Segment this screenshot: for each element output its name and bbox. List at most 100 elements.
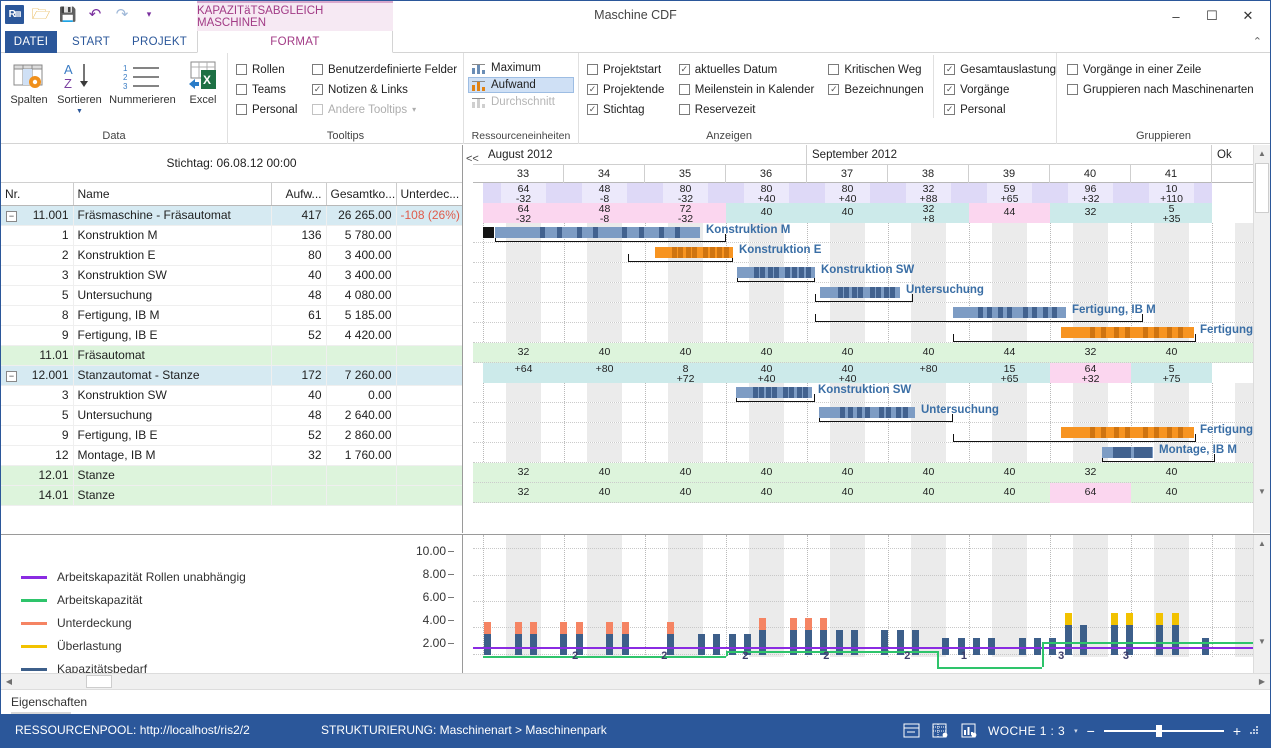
table-row[interactable]: 3Konstruktion SW400.00 xyxy=(1,385,463,405)
checkbox-stichtag[interactable]: ✓Stichtag xyxy=(587,101,679,118)
gantt-task-row[interactable]: Fertigung, IB xyxy=(473,423,1253,443)
gantt-task-row[interactable]: Untersuchung xyxy=(473,403,1253,423)
scroll-right-icon[interactable]: ▶ xyxy=(1254,674,1270,689)
scroll-down-icon[interactable]: ▼ xyxy=(1254,483,1270,500)
row-expander[interactable]: − xyxy=(6,371,17,382)
table-row[interactable]: 1Konstruktion M1365 780.00 xyxy=(1,225,463,245)
checkbox-andere-tooltips[interactable]: Andere Tooltips▾ xyxy=(312,101,457,118)
scroll-up-icon[interactable]: ▲ xyxy=(1254,145,1270,162)
checkbox-reservezeit[interactable]: Reservezeit xyxy=(679,101,829,118)
view-chart-icon[interactable] xyxy=(959,722,979,740)
col-header-aufwand[interactable]: Aufw... xyxy=(271,183,326,205)
table-row[interactable]: 11.01Fräsautomat xyxy=(1,345,463,365)
col-header-gesamtkosten[interactable]: Gesamtko... xyxy=(326,183,396,205)
view-split-icon[interactable] xyxy=(901,722,921,740)
maximize-icon[interactable]: ☐ xyxy=(1194,2,1230,30)
col-header-name[interactable]: Name xyxy=(73,183,271,205)
col-header-nr[interactable]: Nr. xyxy=(1,183,73,205)
table-row[interactable]: 12.01Stanze xyxy=(1,465,463,485)
task-bar[interactable] xyxy=(1061,327,1194,338)
task-bar[interactable] xyxy=(953,307,1066,318)
row-expander[interactable]: − xyxy=(6,211,17,222)
checkbox-vorgaenge-in-einer-zeile[interactable]: Vorgänge in einer Zeile xyxy=(1067,61,1270,78)
task-bar[interactable] xyxy=(495,227,700,238)
task-bar[interactable] xyxy=(737,267,815,278)
chevron-down-icon[interactable]: ▾ xyxy=(1074,727,1078,735)
option-aufwand[interactable]: Aufwand xyxy=(468,77,574,93)
zoom-out-button[interactable]: − xyxy=(1087,723,1095,739)
checkbox-projektstart[interactable]: Projektstart xyxy=(587,61,679,78)
collapse-ribbon-icon[interactable]: ⌃ xyxy=(1253,35,1262,48)
task-bar[interactable] xyxy=(655,247,733,258)
scroll-up-icon[interactable]: ▲ xyxy=(1254,535,1270,552)
scroll-down-icon[interactable]: ▼ xyxy=(1254,633,1270,650)
option-maximum[interactable]: Maximum xyxy=(468,60,574,76)
table-row[interactable]: −12.001Stanzautomat - Stanze1727 260.00 xyxy=(1,365,463,385)
sortieren-button[interactable]: A Z Sortieren ▼ xyxy=(53,55,106,115)
view-grid-icon[interactable] xyxy=(930,722,950,740)
gantt-task-row[interactable]: Konstruktion SW xyxy=(473,263,1253,283)
resize-grip-icon[interactable] xyxy=(1250,726,1260,736)
checkbox-kritischen-weg[interactable]: Kritischen Weg xyxy=(828,61,933,78)
zoom-slider-knob[interactable] xyxy=(1156,725,1162,737)
checkbox-teams[interactable]: Teams xyxy=(236,81,312,98)
scrollbar-thumb[interactable] xyxy=(86,675,112,688)
gantt-task-row[interactable]: Fertigung, IB M xyxy=(473,303,1253,323)
collapse-panel-button[interactable]: << xyxy=(466,153,479,165)
gantt-task-row[interactable]: Konstruktion E xyxy=(473,243,1253,263)
checkbox-gesamtauslastung[interactable]: ✓Gesamtauslastung xyxy=(944,61,1056,78)
table-row[interactable]: 5Untersuchung482 640.00 xyxy=(1,405,463,425)
task-bar[interactable] xyxy=(1102,447,1153,458)
task-bar[interactable] xyxy=(736,387,812,398)
gantt-task-row[interactable]: Fertigung, IB E xyxy=(473,323,1253,343)
table-row[interactable]: 2Konstruktion E803 400.00 xyxy=(1,245,463,265)
zoom-slider[interactable] xyxy=(1104,725,1224,737)
tab-start[interactable]: START xyxy=(59,31,123,53)
table-row[interactable]: 14.01Stanze xyxy=(1,485,463,505)
excel-button[interactable]: X Excel xyxy=(179,55,227,107)
gantt-task-row[interactable]: Konstruktion M xyxy=(473,223,1253,243)
zoom-scale-label[interactable]: WOCHE 1 : 3 xyxy=(988,724,1065,738)
close-icon[interactable]: ✕ xyxy=(1230,2,1266,30)
table-row[interactable]: 8Fertigung, IB M615 185.00 xyxy=(1,305,463,325)
checkbox-rollen[interactable]: Rollen xyxy=(236,61,312,78)
nummerieren-button[interactable]: 1 2 3 Nummerieren xyxy=(106,55,179,107)
gantt-task-row[interactable]: Konstruktion SW xyxy=(473,383,1253,403)
table-row[interactable]: 3Konstruktion SW403 400.00 xyxy=(1,265,463,285)
properties-bar[interactable]: Eigenschaften xyxy=(1,689,1270,714)
table-row[interactable]: 9Fertigung, IB E522 860.00 xyxy=(1,425,463,445)
zoom-in-button[interactable]: + xyxy=(1233,723,1241,739)
gantt-task-row[interactable]: Untersuchung xyxy=(473,283,1253,303)
chart-vertical-scrollbar[interactable]: ▲ ▼ xyxy=(1253,535,1270,673)
spalten-button[interactable]: Spalten xyxy=(5,55,53,107)
minimize-icon[interactable]: – xyxy=(1158,2,1194,30)
tab-format[interactable]: FORMAT xyxy=(197,31,393,53)
horizontal-scrollbar[interactable]: ◀ ▶ xyxy=(1,673,1270,689)
table-row[interactable]: 9Fertigung, IB E524 420.00 xyxy=(1,325,463,345)
checkbox-vorgaenge[interactable]: ✓Vorgänge xyxy=(944,81,1056,98)
table-row[interactable]: −11.001Fräsmaschine - Fräsautomat41726 2… xyxy=(1,205,463,225)
checkbox-gruppieren-nach-maschinenarten[interactable]: Gruppieren nach Maschinenarten xyxy=(1067,81,1270,98)
scrollbar-thumb[interactable] xyxy=(1255,163,1269,213)
gantt-vertical-scrollbar[interactable]: ▲ ▼ xyxy=(1253,145,1270,533)
chevron-down-icon[interactable]: ▼ xyxy=(76,108,83,115)
task-bar[interactable] xyxy=(1061,427,1194,438)
col-header-unterdeckung[interactable]: Unterdec... xyxy=(396,183,463,205)
tab-datei[interactable]: DATEI xyxy=(5,31,57,53)
tab-projekt[interactable]: PROJEKT xyxy=(119,31,200,53)
checkbox-bezeichnungen[interactable]: ✓Bezeichnungen xyxy=(828,81,933,98)
chevron-down-icon[interactable]: ▾ xyxy=(412,105,416,114)
task-bar[interactable] xyxy=(819,407,915,418)
checkbox-aktuelles-datum[interactable]: ✓aktuelles Datum xyxy=(679,61,829,78)
checkbox-meilenstein-in-kalender[interactable]: Meilenstein in Kalender xyxy=(679,81,829,98)
task-bar[interactable] xyxy=(820,287,900,298)
table-row[interactable]: 12Montage, IB M321 760.00 xyxy=(1,445,463,465)
scroll-left-icon[interactable]: ◀ xyxy=(1,674,17,689)
checkbox-personal-tooltip[interactable]: Personal xyxy=(236,101,312,118)
checkbox-personal[interactable]: ✓Personal xyxy=(944,101,1056,118)
checkbox-notizen-links[interactable]: ✓Notizen & Links xyxy=(312,81,457,98)
gantt-task-row[interactable]: Montage, IB M xyxy=(473,443,1253,463)
checkbox-projektende[interactable]: ✓Projektende xyxy=(587,81,679,98)
table-row[interactable]: 5Untersuchung484 080.00 xyxy=(1,285,463,305)
checkbox-benutzerdefinierte-felder[interactable]: Benutzerdefinierte Felder xyxy=(312,61,457,78)
